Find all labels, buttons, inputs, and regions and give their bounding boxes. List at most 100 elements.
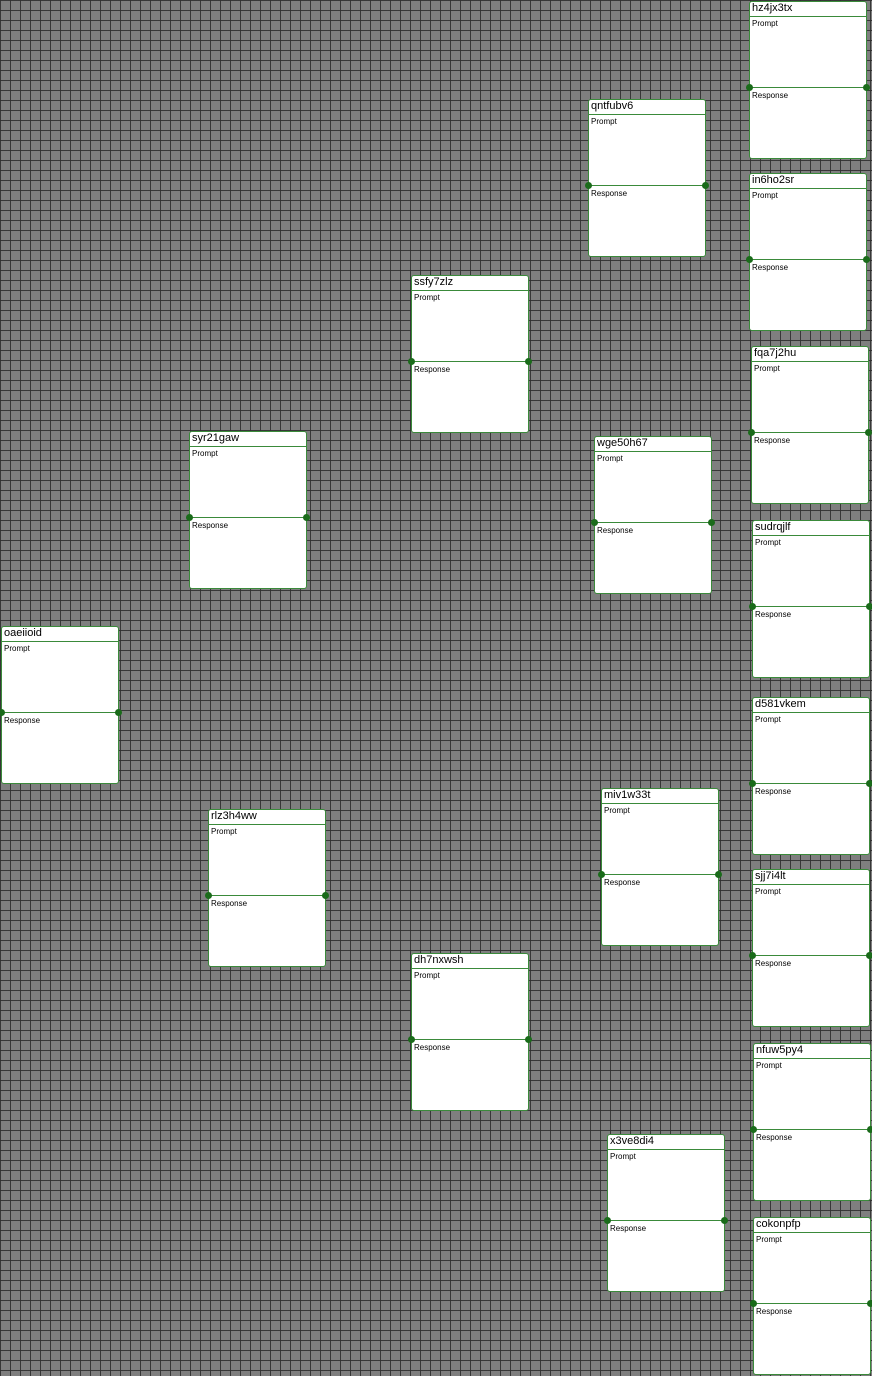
node-divider [209, 895, 325, 896]
response-label: Response [597, 526, 634, 535]
input-port[interactable] [0, 709, 5, 716]
node-sjj7i4lt[interactable]: sjj7i4lt Prompt Response [749, 869, 872, 1027]
node-title[interactable]: rlz3h4ww [209, 810, 325, 825]
node-title[interactable]: x3ve8di4 [608, 1135, 724, 1150]
input-port[interactable] [749, 780, 756, 787]
output-port[interactable] [863, 84, 870, 91]
node-divider [750, 259, 866, 260]
response-label: Response [414, 365, 451, 374]
node-divider [608, 1220, 724, 1221]
prompt-label: Prompt [192, 449, 218, 458]
input-port[interactable] [408, 358, 415, 365]
prompt-label: Prompt [591, 117, 617, 126]
node-title[interactable]: wge50h67 [595, 437, 711, 452]
response-label: Response [211, 899, 248, 908]
response-label: Response [192, 521, 229, 530]
output-port[interactable] [863, 256, 870, 263]
response-label: Response [754, 436, 791, 445]
prompt-label: Prompt [755, 715, 781, 724]
output-port[interactable] [115, 709, 122, 716]
node-dh7nxwsh[interactable]: dh7nxwsh Prompt Response [408, 953, 532, 1111]
node-qntfubv6[interactable]: qntfubv6 Prompt Response [585, 99, 709, 257]
prompt-label: Prompt [756, 1235, 782, 1244]
node-title[interactable]: hz4jx3tx [750, 2, 866, 17]
input-port[interactable] [604, 1217, 611, 1224]
node-title[interactable]: ssfy7zlz [412, 276, 528, 291]
input-port[interactable] [750, 1126, 757, 1133]
node-title[interactable]: miv1w33t [602, 789, 718, 804]
output-port[interactable] [866, 603, 872, 610]
input-port[interactable] [186, 514, 193, 521]
output-port[interactable] [721, 1217, 728, 1224]
node-divider [589, 185, 705, 186]
output-port[interactable] [708, 519, 715, 526]
prompt-label: Prompt [755, 538, 781, 547]
node-title[interactable]: in6ho2sr [750, 174, 866, 189]
prompt-label: Prompt [754, 364, 780, 373]
node-title[interactable]: fqa7j2hu [752, 347, 868, 362]
node-syr21gaw[interactable]: syr21gaw Prompt Response [186, 431, 310, 589]
input-port[interactable] [749, 952, 756, 959]
node-title[interactable]: sjj7i4lt [753, 870, 869, 885]
output-port[interactable] [866, 780, 872, 787]
node-miv1w33t[interactable]: miv1w33t Prompt Response [598, 788, 722, 946]
prompt-label: Prompt [610, 1152, 636, 1161]
response-label: Response [756, 1133, 793, 1142]
prompt-label: Prompt [755, 887, 781, 896]
node-divider [753, 606, 869, 607]
input-port[interactable] [598, 871, 605, 878]
response-label: Response [604, 878, 641, 887]
response-label: Response [4, 716, 41, 725]
node-title[interactable]: nfuw5py4 [754, 1044, 870, 1059]
node-title[interactable]: syr21gaw [190, 432, 306, 447]
prompt-label: Prompt [414, 293, 440, 302]
input-port[interactable] [591, 519, 598, 526]
node-title[interactable]: cokonpfp [754, 1218, 870, 1233]
output-port[interactable] [525, 1036, 532, 1043]
node-hz4jx3tx[interactable]: hz4jx3tx Prompt Response [746, 1, 870, 159]
node-ssfy7zlz[interactable]: ssfy7zlz Prompt Response [408, 275, 532, 433]
output-port[interactable] [866, 952, 872, 959]
input-port[interactable] [746, 256, 753, 263]
input-port[interactable] [746, 84, 753, 91]
node-title[interactable]: sudrqjlf [753, 521, 869, 536]
node-oaeiioid[interactable]: oaeiioid Prompt Response [0, 626, 122, 784]
input-port[interactable] [408, 1036, 415, 1043]
node-title[interactable]: dh7nxwsh [412, 954, 528, 969]
output-port[interactable] [867, 1126, 872, 1133]
output-port[interactable] [303, 514, 310, 521]
output-port[interactable] [715, 871, 722, 878]
node-divider [412, 1039, 528, 1040]
input-port[interactable] [749, 603, 756, 610]
node-title[interactable]: qntfubv6 [589, 100, 705, 115]
node-fqa7j2hu[interactable]: fqa7j2hu Prompt Response [748, 346, 872, 504]
output-port[interactable] [865, 429, 872, 436]
node-title[interactable]: d581vkem [753, 698, 869, 713]
node-divider [753, 955, 869, 956]
output-port[interactable] [525, 358, 532, 365]
response-label: Response [414, 1043, 451, 1052]
node-nfuw5py4[interactable]: nfuw5py4 Prompt Response [750, 1043, 872, 1201]
node-rlz3h4ww[interactable]: rlz3h4ww Prompt Response [205, 809, 329, 967]
output-port[interactable] [322, 892, 329, 899]
node-canvas[interactable]: hz4jx3tx Prompt Response qntfubv6 Prompt… [0, 0, 872, 1376]
node-sudrqjlf[interactable]: sudrqjlf Prompt Response [749, 520, 872, 678]
input-port[interactable] [585, 182, 592, 189]
prompt-label: Prompt [604, 806, 630, 815]
node-wge50h67[interactable]: wge50h67 Prompt Response [591, 436, 715, 594]
node-title[interactable]: oaeiioid [2, 627, 118, 642]
input-port[interactable] [748, 429, 755, 436]
node-x3ve8di4[interactable]: x3ve8di4 Prompt Response [604, 1134, 728, 1292]
output-port[interactable] [702, 182, 709, 189]
response-label: Response [591, 189, 628, 198]
node-cokonpfp[interactable]: cokonpfp Prompt Response [750, 1217, 872, 1375]
input-port[interactable] [750, 1300, 757, 1307]
output-port[interactable] [867, 1300, 872, 1307]
prompt-label: Prompt [414, 971, 440, 980]
prompt-label: Prompt [752, 19, 778, 28]
node-d581vkem[interactable]: d581vkem Prompt Response [749, 697, 872, 855]
input-port[interactable] [205, 892, 212, 899]
prompt-label: Prompt [752, 191, 778, 200]
response-label: Response [756, 1307, 793, 1316]
node-in6ho2sr[interactable]: in6ho2sr Prompt Response [746, 173, 870, 331]
